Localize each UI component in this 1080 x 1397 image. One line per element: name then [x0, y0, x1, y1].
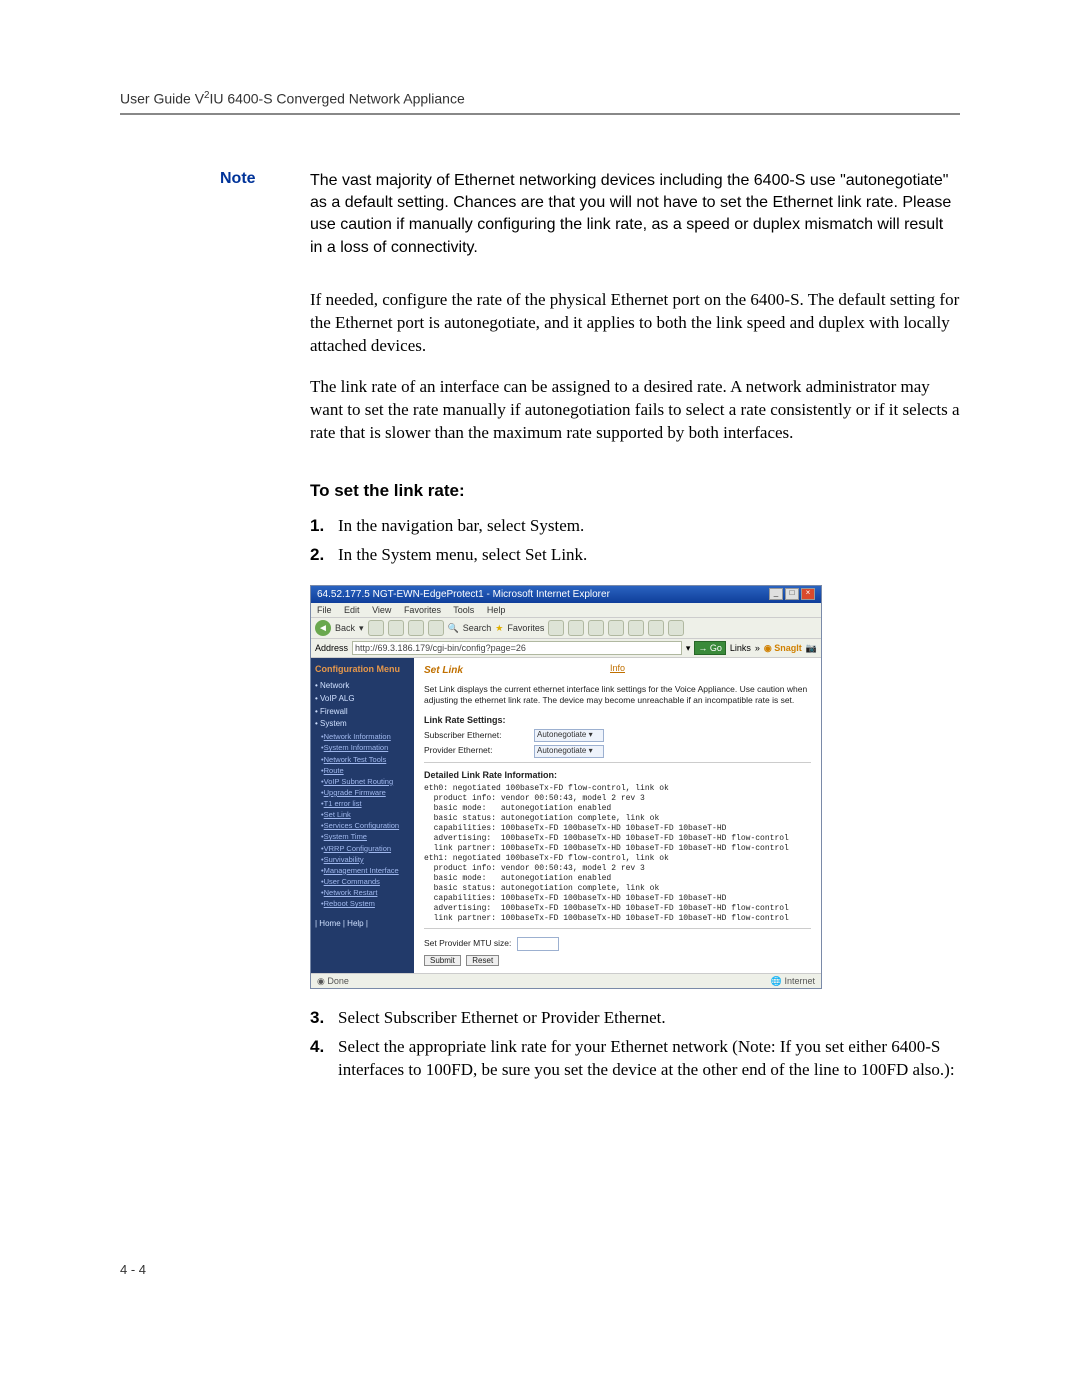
- sidebar-sub-t1[interactable]: T1 error list: [321, 799, 410, 809]
- maximize-icon[interactable]: □: [785, 588, 799, 600]
- stop-button[interactable]: [388, 620, 404, 636]
- go-button[interactable]: → Go: [694, 641, 726, 655]
- url-input[interactable]: http://69.3.186.179/cgi-bin/config?page=…: [352, 641, 682, 655]
- page-number: 4 - 4: [120, 1262, 960, 1277]
- snagit-button[interactable]: ◉ SnagIt: [764, 642, 802, 654]
- paragraph-1: If needed, configure the rate of the phy…: [310, 289, 960, 358]
- sub-eth-label: Subscriber Ethernet:: [424, 730, 534, 741]
- reset-button[interactable]: Reset: [466, 955, 499, 966]
- sidebar-sub-net-test[interactable]: Network Test Tools: [321, 755, 410, 765]
- print-button[interactable]: [588, 620, 604, 636]
- sidebar-sub-services[interactable]: Services Configuration: [321, 821, 410, 831]
- step-num: 1.: [310, 515, 338, 538]
- back-label[interactable]: Back: [335, 622, 355, 634]
- sidebar-sub-network-info[interactable]: Network Information: [321, 732, 410, 742]
- prov-eth-label: Provider Ethernet:: [424, 745, 534, 756]
- section-detailed: Detailed Link Rate Information:: [424, 769, 811, 781]
- info-link[interactable]: Info: [610, 662, 625, 674]
- step-text: Select Subscriber Ethernet or Provider E…: [338, 1007, 960, 1030]
- close-icon[interactable]: ×: [801, 588, 815, 600]
- menubar[interactable]: File Edit View Favorites Tools Help: [311, 603, 821, 618]
- sidebar-sub-net-restart[interactable]: Network Restart: [321, 888, 410, 898]
- content-desc: Set Link displays the current ethernet i…: [424, 684, 811, 706]
- sidebar-sub-system-time[interactable]: System Time: [321, 832, 410, 842]
- mail-button[interactable]: [568, 620, 584, 636]
- config-sidebar: Configuration Menu Network VoIP ALG Fire…: [311, 658, 414, 972]
- search-label[interactable]: Search: [463, 622, 492, 634]
- sidebar-home-help[interactable]: | Home | Help |: [315, 919, 410, 930]
- sidebar-sub-voip-subnet[interactable]: VoIP Subnet Routing: [321, 777, 410, 787]
- menu-file[interactable]: File: [317, 605, 332, 615]
- step-num: 4.: [310, 1036, 338, 1082]
- sidebar-sub-reboot[interactable]: Reboot System: [321, 899, 410, 909]
- sidebar-sub-system-info[interactable]: System Information: [321, 743, 410, 753]
- note-label: Note: [220, 170, 310, 260]
- menu-edit[interactable]: Edit: [344, 605, 360, 615]
- mtu-label: Set Provider MTU size:: [424, 938, 511, 949]
- menu-tools[interactable]: Tools: [453, 605, 474, 615]
- page-header: User Guide V2IU 6400-S Converged Network…: [120, 90, 960, 115]
- search-icon[interactable]: 🔍: [448, 622, 459, 634]
- sidebar-sub-survivability[interactable]: Survivability: [321, 855, 410, 865]
- sidebar-title: Configuration Menu: [315, 664, 410, 675]
- subheading: To set the link rate:: [310, 480, 960, 503]
- step-1: 1. In the navigation bar, select System.: [310, 515, 960, 538]
- minimize-icon[interactable]: _: [769, 588, 783, 600]
- sidebar-item-firewall[interactable]: Firewall: [315, 707, 410, 718]
- sidebar-item-system[interactable]: System: [315, 719, 410, 730]
- sidebar-sub-vrrp[interactable]: VRRP Configuration: [321, 844, 410, 854]
- step-text: In the navigation bar, select System.: [338, 515, 960, 538]
- sidebar-sub-upgrade[interactable]: Upgrade Firmware: [321, 788, 410, 798]
- window-titlebar: 64.52.177.5 NGT-EWN-EdgeProtect1 - Micro…: [311, 586, 821, 604]
- section-link-rate: Link Rate Settings:: [424, 714, 811, 726]
- home-button[interactable]: [428, 620, 444, 636]
- content-pane: Info Set Link Set Link displays the curr…: [414, 658, 821, 972]
- sidebar-item-voip-alg[interactable]: VoIP ALG: [315, 694, 410, 705]
- note-block: Note The vast majority of Ethernet netwo…: [220, 170, 960, 260]
- sidebar-sub-set-link[interactable]: Set Link: [321, 810, 410, 820]
- menu-favorites[interactable]: Favorites: [404, 605, 441, 615]
- note-text: The vast majority of Ethernet networking…: [310, 170, 960, 260]
- favorites-icon[interactable]: ★: [495, 622, 503, 634]
- status-done: ◉ Done: [317, 975, 349, 987]
- link-info-output: eth0: negotiated 100baseTx-FD flow-contr…: [424, 784, 811, 924]
- refresh-button[interactable]: [408, 620, 424, 636]
- step-4: 4. Select the appropriate link rate for …: [310, 1036, 960, 1082]
- toolbar-icon[interactable]: [668, 620, 684, 636]
- window-title: 64.52.177.5 NGT-EWN-EdgeProtect1 - Micro…: [317, 588, 610, 602]
- mtu-input[interactable]: [517, 937, 559, 951]
- step-text: In the System menu, select Set Link.: [338, 544, 960, 567]
- prov-eth-select[interactable]: Autonegotiate ▾: [534, 745, 604, 758]
- address-bar: Address http://69.3.186.179/cgi-bin/conf…: [311, 639, 821, 658]
- toolbar: ◄ Back ▾ 🔍 Search ★ Favorites: [311, 618, 821, 639]
- embedded-screenshot: 64.52.177.5 NGT-EWN-EdgeProtect1 - Micro…: [310, 585, 960, 989]
- links-label[interactable]: Links: [730, 642, 751, 654]
- history-button[interactable]: [548, 620, 564, 636]
- step-num: 2.: [310, 544, 338, 567]
- sidebar-sub-mgmt[interactable]: Management Interface: [321, 866, 410, 876]
- submit-button[interactable]: Submit: [424, 955, 461, 966]
- sub-eth-select[interactable]: Autonegotiate ▾: [534, 729, 604, 742]
- paragraph-2: The link rate of an interface can be ass…: [310, 376, 960, 445]
- step-num: 3.: [310, 1007, 338, 1030]
- sidebar-sub-route[interactable]: Route: [321, 766, 410, 776]
- sidebar-item-network[interactable]: Network: [315, 681, 410, 692]
- status-zone: 🌐 Internet: [771, 975, 815, 987]
- status-bar: ◉ Done 🌐 Internet: [311, 973, 821, 988]
- toolbar-icon[interactable]: [628, 620, 644, 636]
- sidebar-sub-user-cmd[interactable]: User Commands: [321, 877, 410, 887]
- step-text: Select the appropriate link rate for you…: [338, 1036, 960, 1082]
- address-label: Address: [315, 642, 348, 654]
- forward-button[interactable]: [368, 620, 384, 636]
- toolbar-icon[interactable]: [648, 620, 664, 636]
- step-3: 3. Select Subscriber Ethernet or Provide…: [310, 1007, 960, 1030]
- favorites-label[interactable]: Favorites: [507, 622, 544, 634]
- menu-help[interactable]: Help: [487, 605, 506, 615]
- back-button[interactable]: ◄: [315, 620, 331, 636]
- edit-button[interactable]: [608, 620, 624, 636]
- menu-view[interactable]: View: [372, 605, 391, 615]
- step-2: 2. In the System menu, select Set Link.: [310, 544, 960, 567]
